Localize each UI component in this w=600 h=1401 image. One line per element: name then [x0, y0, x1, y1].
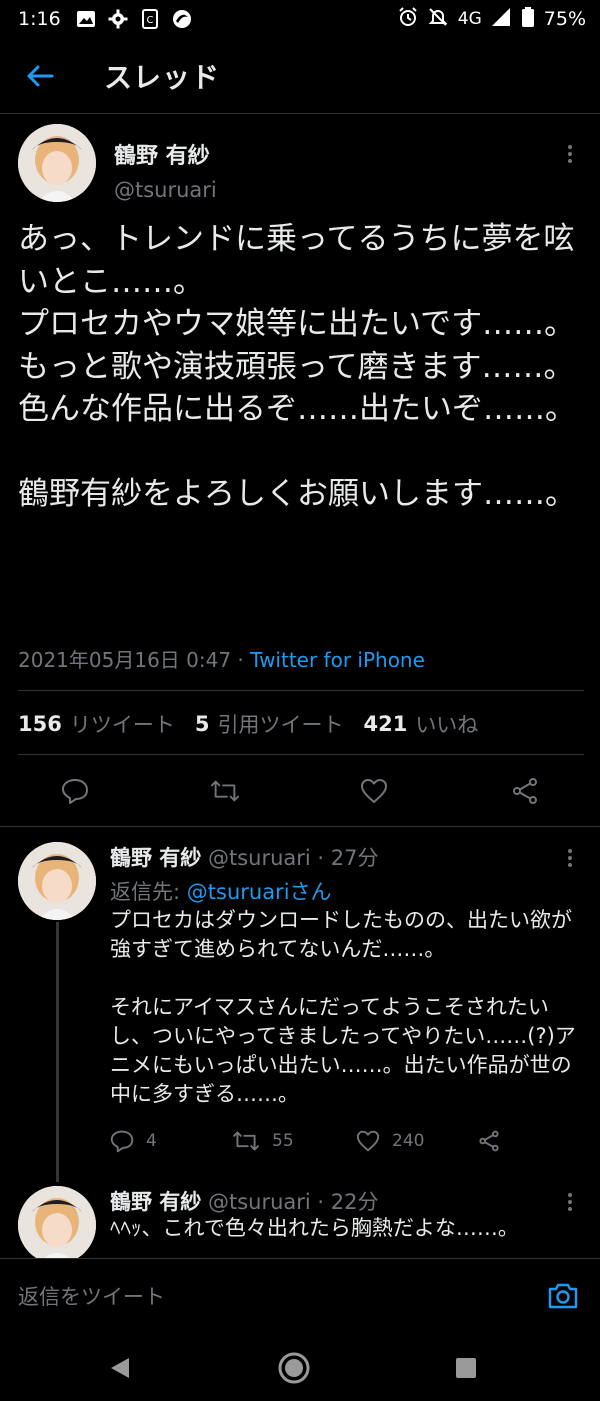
- nav-home-button[interactable]: [276, 1350, 312, 1386]
- mute-icon: [428, 7, 448, 32]
- retweet-label[interactable]: リツイート: [70, 709, 175, 739]
- meta-separator: ·: [231, 648, 251, 672]
- reply-composer: 返信をツイート: [0, 1258, 600, 1334]
- share-icon: [479, 1130, 499, 1152]
- quote-label[interactable]: 引用ツイート: [217, 709, 343, 739]
- retweet-button[interactable]: 55: [232, 1126, 294, 1156]
- retweet-icon: [233, 1131, 259, 1151]
- system-nav-bar: [0, 1334, 600, 1401]
- reply-text: ﾍﾍｯ、これで色々出れたら胸熱だよな……。: [110, 1216, 519, 1240]
- status-time: 1:16: [18, 8, 61, 30]
- author-name[interactable]: 鶴野 有紗: [114, 138, 210, 170]
- reply-actions: 4 55 240: [110, 1126, 530, 1156]
- back-button[interactable]: [0, 38, 80, 114]
- retweet-count[interactable]: 156: [18, 712, 62, 736]
- reply-to-mention[interactable]: @tsuruariさん: [187, 880, 332, 904]
- reply-input[interactable]: 返信をツイート: [18, 1281, 165, 1311]
- nav-back-button[interactable]: [102, 1350, 138, 1386]
- sim-icon: C: [139, 8, 161, 30]
- camera-button[interactable]: [546, 1279, 580, 1313]
- reply-header: 鶴野 有紗 @tsuruari · 22分: [110, 1186, 379, 1216]
- author-name[interactable]: 鶴野 有紗: [110, 846, 201, 870]
- author-handle[interactable]: @tsuruari: [114, 178, 217, 202]
- more-icon: [568, 145, 572, 149]
- reply-to-label: 返信先:: [110, 880, 187, 904]
- author-name[interactable]: 鶴野 有紗: [110, 1190, 201, 1214]
- author-handle-time: @tsuruari · 27分: [201, 846, 379, 870]
- status-bar: 1:16 C 4G 75%: [0, 0, 600, 38]
- tweet-actions: [0, 764, 600, 816]
- triangle-back-icon: [111, 1358, 129, 1378]
- retweet-count: 55: [272, 1131, 294, 1151]
- reply-header: 鶴野 有紗 @tsuruari · 27分: [110, 842, 379, 872]
- signal-icon: [491, 7, 512, 31]
- page-title: スレッド: [104, 60, 221, 94]
- heart-icon: [356, 1130, 380, 1152]
- reply-tweet[interactable]: 鶴野 有紗 @tsuruari · 22分 ﾍﾍｯ、これで色々出れたら胸熱だよな…: [0, 1172, 600, 1258]
- like-button[interactable]: [359, 776, 389, 806]
- tweet-stats: 156 リツイート 5 引用ツイート 421 いいね: [18, 704, 498, 744]
- battery-icon: [521, 6, 534, 32]
- retweet-icon: [210, 780, 240, 802]
- quote-count[interactable]: 5: [195, 712, 210, 736]
- more-icon: [568, 1193, 572, 1197]
- more-options-button[interactable]: [558, 140, 582, 168]
- nav-recents-button[interactable]: [448, 1350, 484, 1386]
- image-icon: [75, 8, 97, 30]
- tweet-source[interactable]: Twitter for iPhone: [250, 648, 425, 672]
- reply-text: プロセカはダウンロードしたものの、出たい欲が強すぎて進められてないんだ……。 そ…: [110, 908, 576, 1106]
- divider: [18, 690, 584, 691]
- share-button[interactable]: [510, 776, 540, 806]
- reply-icon: [62, 779, 88, 804]
- like-count: 240: [392, 1131, 425, 1151]
- divider: [0, 826, 600, 827]
- battery-level: 75%: [543, 8, 586, 30]
- square-recents-icon: [456, 1358, 476, 1378]
- retweet-button[interactable]: [210, 776, 240, 806]
- reply-button[interactable]: 4: [110, 1126, 157, 1156]
- gear-icon: [107, 8, 129, 30]
- avatar[interactable]: [18, 842, 96, 920]
- more-options-button[interactable]: [558, 1188, 582, 1216]
- reply-button[interactable]: [60, 776, 90, 806]
- camera-icon: [548, 1283, 578, 1309]
- like-button[interactable]: 240: [356, 1126, 424, 1156]
- avatar[interactable]: [18, 1186, 96, 1258]
- tweet-text: あっ、トレンドに乗ってるうちに夢を呟いとこ……。 プロセカやウマ娘等に出たいです…: [18, 221, 576, 512]
- app-icon: [171, 8, 193, 30]
- more-icon: [568, 849, 572, 853]
- header: スレッド: [0, 38, 600, 114]
- heart-icon: [361, 779, 387, 803]
- reply-to: 返信先: @tsuruariさん: [110, 876, 332, 906]
- reply-icon: [110, 1130, 134, 1153]
- tweet-author: 鶴野 有紗 @tsuruari: [18, 124, 582, 214]
- tweet-meta: 2021年05月16日 0:47 · Twitter for iPhone: [18, 644, 425, 673]
- share-button[interactable]: [478, 1126, 500, 1156]
- tweet-timestamp[interactable]: 2021年05月16日 0:47: [18, 648, 231, 672]
- like-count[interactable]: 421: [363, 712, 407, 736]
- home-circle-icon: [278, 1352, 310, 1384]
- network-type: 4G: [457, 9, 482, 29]
- reply-count: 4: [146, 1131, 157, 1151]
- svg-text:C: C: [146, 15, 153, 26]
- reply-tweet[interactable]: 鶴野 有紗 @tsuruari · 27分 返信先: @tsuruariさん プ…: [0, 828, 600, 1182]
- share-icon: [513, 778, 537, 804]
- more-options-button[interactable]: [558, 844, 582, 872]
- avatar[interactable]: [18, 124, 96, 202]
- alarm-icon: [398, 6, 418, 32]
- arrow-left-icon: [27, 65, 54, 86]
- like-label[interactable]: いいね: [415, 709, 478, 739]
- divider: [18, 754, 584, 755]
- author-handle-time: @tsuruari · 22分: [201, 1190, 379, 1214]
- thread-line: [56, 922, 59, 1182]
